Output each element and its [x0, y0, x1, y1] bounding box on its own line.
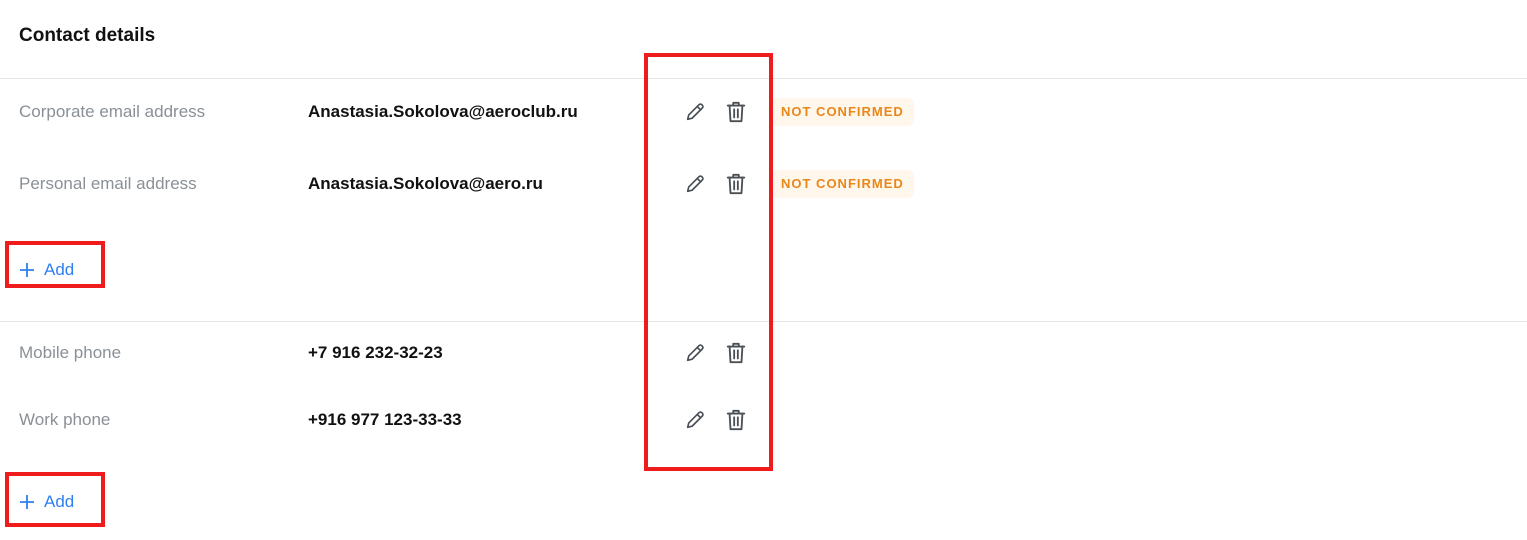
pencil-icon[interactable]	[682, 171, 708, 197]
pencil-icon[interactable]	[682, 340, 708, 366]
field-label: Mobile phone	[19, 343, 122, 362]
field-value: +916 977 123-33-33	[308, 410, 462, 429]
divider	[0, 321, 1527, 322]
status-badge: NOT CONFIRMED	[771, 170, 914, 198]
pencil-icon[interactable]	[682, 407, 708, 433]
add-phone-button[interactable]: Add	[19, 489, 74, 515]
field-value: +7 916 232-32-23	[308, 343, 443, 362]
field-label: Corporate email address	[19, 102, 206, 121]
trash-icon[interactable]	[723, 407, 749, 433]
trash-icon[interactable]	[723, 340, 749, 366]
trash-icon[interactable]	[723, 171, 749, 197]
status-badge: NOT CONFIRMED	[771, 98, 914, 126]
add-email-button[interactable]: Add	[19, 257, 74, 283]
trash-icon[interactable]	[723, 99, 749, 125]
divider	[0, 78, 1527, 79]
contact-row-personal-email: Personal email address Anastasia.Sokolov…	[0, 166, 1527, 202]
contact-row-mobile-phone: Mobile phone +7 916 232-32-23	[0, 335, 1527, 371]
plus-icon	[20, 495, 34, 509]
pencil-icon[interactable]	[682, 99, 708, 125]
contact-row-corporate-email: Corporate email address Anastasia.Sokolo…	[0, 94, 1527, 130]
field-value: Anastasia.Sokolova@aero.ru	[308, 174, 543, 193]
add-label: Add	[44, 260, 75, 279]
contact-row-work-phone: Work phone +916 977 123-33-33	[0, 402, 1527, 438]
section-title: Contact details	[19, 25, 156, 46]
field-value: Anastasia.Sokolova@aeroclub.ru	[308, 102, 578, 121]
field-label: Personal email address	[19, 174, 197, 193]
field-label: Work phone	[19, 410, 111, 429]
add-label: Add	[44, 492, 75, 511]
plus-icon	[20, 263, 34, 277]
